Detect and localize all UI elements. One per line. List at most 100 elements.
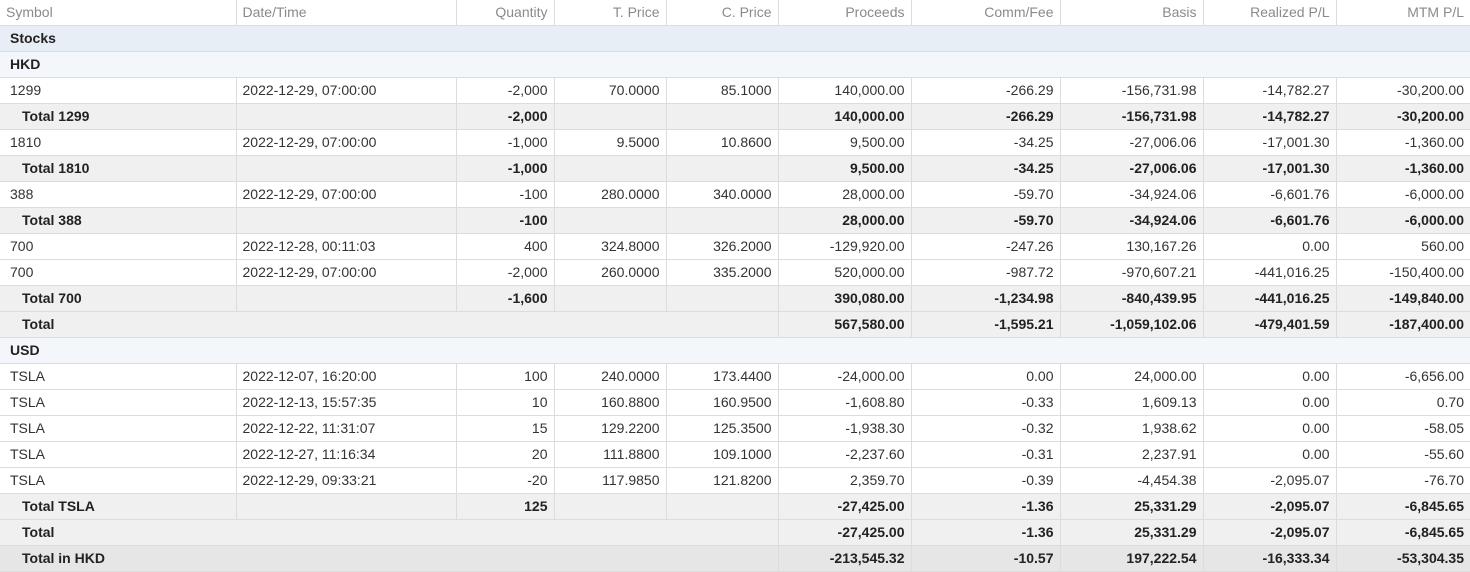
- cell-proceeds: 567,580.00: [778, 311, 912, 338]
- cell-comm: -34.25: [911, 155, 1061, 182]
- currency-label: HKD: [0, 51, 1470, 78]
- cell-proceeds: 140,000.00: [778, 77, 912, 104]
- cell-datetime: [236, 155, 457, 182]
- cell-comm: -987.72: [911, 259, 1061, 286]
- cell-proceeds: 9,500.00: [778, 129, 912, 156]
- cell-mtm: -53,304.35: [1336, 545, 1470, 572]
- cell-datetime: 2022-12-29, 09:33:21: [236, 467, 457, 494]
- cell-realized: -2,095.07: [1203, 467, 1337, 494]
- cell-symbol: Total 700: [0, 285, 237, 312]
- cell-comm: -0.31: [911, 441, 1061, 468]
- table-body: Stocks HKD 1299 2022-12-29, 07:00:00 -2,00…: [0, 25, 1470, 572]
- cell-mtm: -76.70: [1336, 467, 1470, 494]
- cell-cprice: [666, 155, 779, 182]
- cell-mtm: -6,656.00: [1336, 363, 1470, 390]
- cell-qty: 10: [456, 389, 555, 416]
- cell-proceeds: -1,608.80: [778, 389, 912, 416]
- cell-comm: -1.36: [911, 519, 1061, 546]
- subtotal-row: Total 1810 -1,000 9,500.00 -34.25 -27,006.06…: [0, 155, 1470, 182]
- table-row: TSLA 2022-12-29, 09:33:21 -20 117.9850 121.8…: [0, 467, 1470, 494]
- table-row: TSLA 2022-12-22, 11:31:07 15 129.2200 125.35…: [0, 415, 1470, 442]
- cell-symbol: 700: [0, 233, 237, 260]
- cell-comm: -59.70: [911, 207, 1061, 234]
- cell-realized: -17,001.30: [1203, 155, 1337, 182]
- col-header-mtm-pl[interactable]: MTM P/L: [1336, 0, 1470, 26]
- cell-mtm: -6,845.65: [1336, 493, 1470, 520]
- total-label: Total: [0, 311, 779, 338]
- cell-proceeds: 390,080.00: [778, 285, 912, 312]
- subtotal-row: Total 700 -1,600 390,080.00 -1,234.98 -840,4…: [0, 285, 1470, 312]
- total-label: Total: [0, 519, 779, 546]
- cell-realized: -441,016.25: [1203, 285, 1337, 312]
- cell-mtm: -6,845.65: [1336, 519, 1470, 546]
- table-row: TSLA 2022-12-13, 15:57:35 10 160.8800 160.95…: [0, 389, 1470, 416]
- cell-qty: 125: [456, 493, 555, 520]
- col-header-symbol[interactable]: Symbol: [0, 0, 237, 26]
- cell-realized: -2,095.07: [1203, 493, 1337, 520]
- cell-tprice: 111.8800: [554, 441, 667, 468]
- cell-comm: -1.36: [911, 493, 1061, 520]
- cell-tprice: 70.0000: [554, 77, 667, 104]
- cell-realized: -6,601.76: [1203, 207, 1337, 234]
- cell-mtm: -6,000.00: [1336, 207, 1470, 234]
- cell-datetime: 2022-12-22, 11:31:07: [236, 415, 457, 442]
- cell-cprice: [666, 493, 779, 520]
- cell-symbol: 1299: [0, 77, 237, 104]
- col-header-tprice[interactable]: T. Price: [554, 0, 667, 26]
- cell-symbol: Total TSLA: [0, 493, 237, 520]
- cell-cprice: 340.0000: [666, 181, 779, 208]
- cell-tprice: 280.0000: [554, 181, 667, 208]
- cell-mtm: -1,360.00: [1336, 129, 1470, 156]
- cell-mtm: -58.05: [1336, 415, 1470, 442]
- cell-tprice: 129.2200: [554, 415, 667, 442]
- cell-basis: -1,059,102.06: [1060, 311, 1204, 338]
- cell-tprice: 160.8800: [554, 389, 667, 416]
- cell-cprice: 85.1000: [666, 77, 779, 104]
- cell-qty: -100: [456, 207, 555, 234]
- cell-realized: -479,401.59: [1203, 311, 1337, 338]
- cell-basis: -970,607.21: [1060, 259, 1204, 286]
- cell-comm: -266.29: [911, 103, 1061, 130]
- cell-mtm: -150,400.00: [1336, 259, 1470, 286]
- cell-basis: 25,331.29: [1060, 519, 1204, 546]
- cell-tprice: 260.0000: [554, 259, 667, 286]
- cell-cprice: [666, 285, 779, 312]
- cell-tprice: 117.9850: [554, 467, 667, 494]
- cell-cprice: 335.2000: [666, 259, 779, 286]
- cell-mtm: -6,000.00: [1336, 181, 1470, 208]
- cell-comm: -34.25: [911, 129, 1061, 156]
- cell-symbol: Total 388: [0, 207, 237, 234]
- col-header-commfee[interactable]: Comm/Fee: [911, 0, 1061, 26]
- cell-symbol: 388: [0, 181, 237, 208]
- cell-qty: -2,000: [456, 77, 555, 104]
- currency-total-row: Total -27,425.00 -1.36 25,331.29 -2,095.07 -6…: [0, 519, 1470, 546]
- cell-mtm: 560.00: [1336, 233, 1470, 260]
- cell-basis: -156,731.98: [1060, 77, 1204, 104]
- col-header-proceeds[interactable]: Proceeds: [778, 0, 912, 26]
- cell-cprice: [666, 207, 779, 234]
- cell-datetime: 2022-12-13, 15:57:35: [236, 389, 457, 416]
- cell-basis: 197,222.54: [1060, 545, 1204, 572]
- col-header-quantity[interactable]: Quantity: [456, 0, 555, 26]
- cell-datetime: 2022-12-29, 07:00:00: [236, 259, 457, 286]
- cell-realized: -17,001.30: [1203, 129, 1337, 156]
- cell-proceeds: 140,000.00: [778, 103, 912, 130]
- cell-datetime: 2022-12-29, 07:00:00: [236, 129, 457, 156]
- currency-header-hkd: HKD: [0, 51, 1470, 78]
- cell-comm: -0.39: [911, 467, 1061, 494]
- col-header-cprice[interactable]: C. Price: [666, 0, 779, 26]
- cell-realized: -14,782.27: [1203, 77, 1337, 104]
- col-header-datetime[interactable]: Date/Time: [236, 0, 457, 26]
- cell-mtm: -55.60: [1336, 441, 1470, 468]
- table-row: 1299 2022-12-29, 07:00:00 -2,000 70.0000 85.…: [0, 77, 1470, 104]
- subtotal-row: Total 1299 -2,000 140,000.00 -266.29 -156,73…: [0, 103, 1470, 130]
- cell-realized: -441,016.25: [1203, 259, 1337, 286]
- cell-mtm: -30,200.00: [1336, 77, 1470, 104]
- col-header-realized-pl[interactable]: Realized P/L: [1203, 0, 1337, 26]
- cell-cprice: [666, 103, 779, 130]
- col-header-basis[interactable]: Basis: [1060, 0, 1204, 26]
- cell-cprice: 109.1000: [666, 441, 779, 468]
- currency-total-row: Total 567,580.00 -1,595.21 -1,059,102.06 -47…: [0, 311, 1470, 338]
- cell-basis: -34,924.06: [1060, 207, 1204, 234]
- total-label: Total in HKD: [0, 545, 779, 572]
